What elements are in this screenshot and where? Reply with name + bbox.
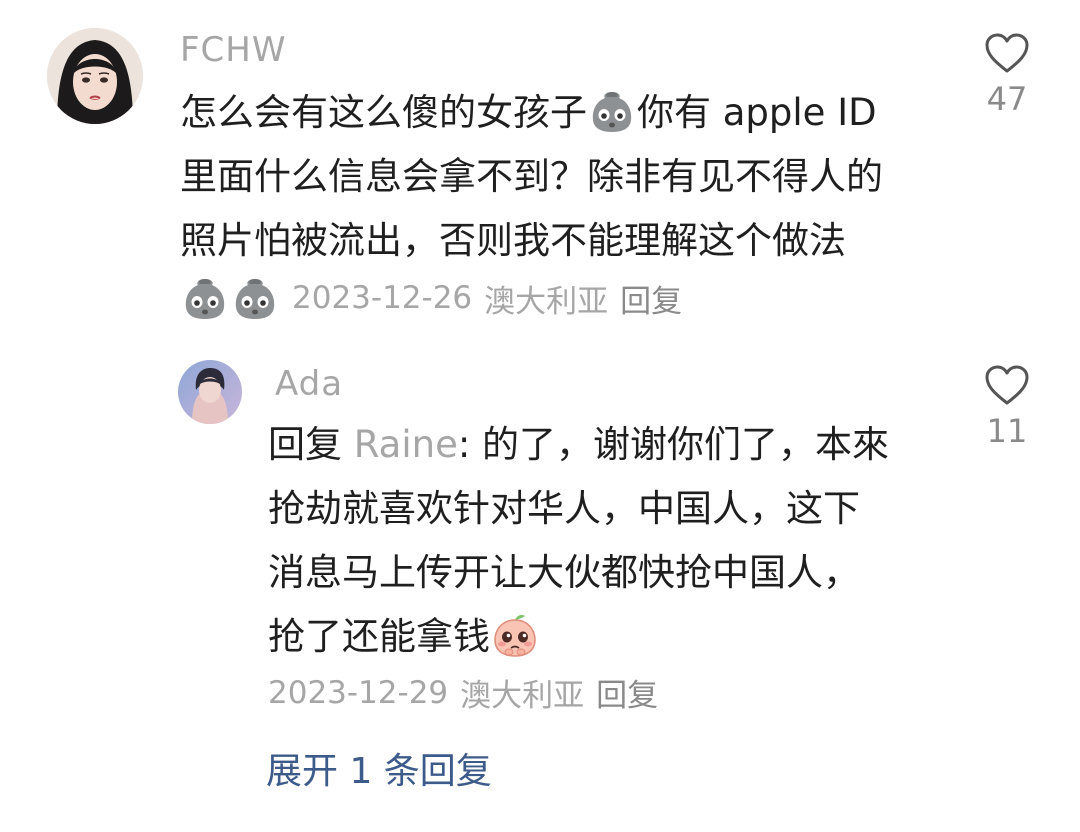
- comment-text-segment: 怎么会有这么傻的女孩子: [180, 91, 587, 134]
- like-count: 47: [986, 80, 1028, 118]
- reply-username[interactable]: Ada: [275, 364, 343, 404]
- avatar[interactable]: [178, 360, 242, 424]
- comment-line: 照片怕被流出，否则我不能理解这个做法: [180, 219, 846, 262]
- reply-button[interactable]: 回复: [596, 670, 658, 715]
- comment-item: FCHW 怎么会有这么傻的女孩子 你有 apple ID 里面什么信息会拿不到？除…: [0, 0, 1080, 330]
- comment-location: 澳大利亚: [484, 283, 609, 320]
- comment-line: 怎么会有这么傻的女孩子 你有 apple ID: [180, 81, 883, 145]
- comment-date: 2023-12-26: [292, 280, 473, 316]
- comment-text: 怎么会有这么傻的女孩子 你有 apple ID 里面什么信息会拿不到？除非有见不得…: [180, 81, 883, 273]
- grey-blob-face-emoji: [182, 275, 228, 321]
- reply-text: 回复 Raine: 的了，谢谢你们了，本來 抢劫就喜欢针对华人，中国人，这下 消…: [268, 413, 889, 669]
- reply-meta: 2023-12-29 澳大利亚 回复: [268, 670, 658, 715]
- comment-username[interactable]: FCHW: [180, 30, 286, 70]
- reply-line: 抢劫就喜欢针对华人，中国人，这下: [268, 487, 860, 530]
- like-count: 11: [986, 412, 1028, 450]
- expand-replies-link[interactable]: 展开 1 条回复: [266, 742, 492, 794]
- grey-blob-face-emoji: [232, 275, 278, 321]
- reply-line: 抢了还能拿钱: [268, 605, 889, 669]
- comment-text-segment: 你有 apple ID: [637, 91, 877, 134]
- heart-outline-icon[interactable]: [984, 32, 1030, 74]
- reply-item: Ada 回复 Raine: 的了，谢谢你们了，本來 抢劫就喜欢针对华人，中国人，…: [0, 340, 1080, 720]
- reply-date: 2023-12-29: [268, 674, 449, 711]
- reply-line: 消息马上传开让大伙都快抢中国人，: [268, 551, 860, 594]
- comment-line: 里面什么信息会拿不到？除非有见不得人的: [180, 155, 883, 198]
- avatar-image: [47, 28, 143, 124]
- mention-link[interactable]: Raine: [354, 423, 458, 466]
- avatar-image: [178, 360, 242, 424]
- avatar[interactable]: [47, 28, 143, 124]
- comment-meta: 2023-12-26 澳大利亚 回复: [180, 275, 682, 321]
- pleading-peach-emoji: [492, 612, 538, 658]
- reply-text-segment: : 的了，谢谢你们了，本來: [457, 423, 890, 466]
- like-control[interactable]: 47: [972, 32, 1042, 118]
- grey-blob-face-emoji: [589, 88, 635, 134]
- like-control[interactable]: 11: [972, 364, 1042, 450]
- heart-outline-icon[interactable]: [984, 364, 1030, 406]
- reply-location: 澳大利亚: [460, 678, 585, 714]
- reply-line: 回复 Raine: 的了，谢谢你们了，本來: [268, 413, 889, 477]
- reply-text-segment: 抢了还能拿钱: [268, 615, 490, 658]
- reply-prefix: 回复: [268, 423, 342, 466]
- reply-button[interactable]: 回复: [620, 276, 682, 321]
